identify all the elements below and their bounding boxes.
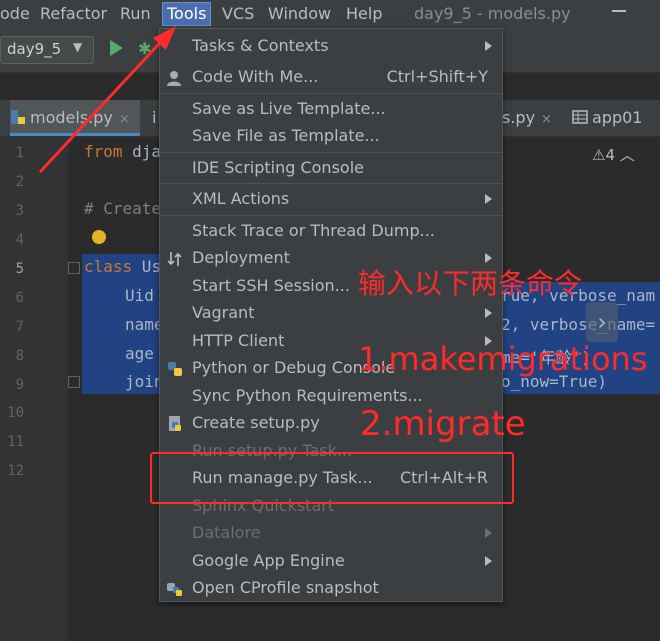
annotation-arrow: [38, 26, 176, 174]
annotation-highlight-box: [150, 452, 514, 504]
annotation-instruction: 输入以下两条命令: [358, 267, 583, 300]
annotation-step-1: 1.makemigrations: [358, 340, 648, 378]
annotation-step-2: 2.migrate: [360, 404, 526, 444]
screen-edge: [660, 0, 666, 641]
